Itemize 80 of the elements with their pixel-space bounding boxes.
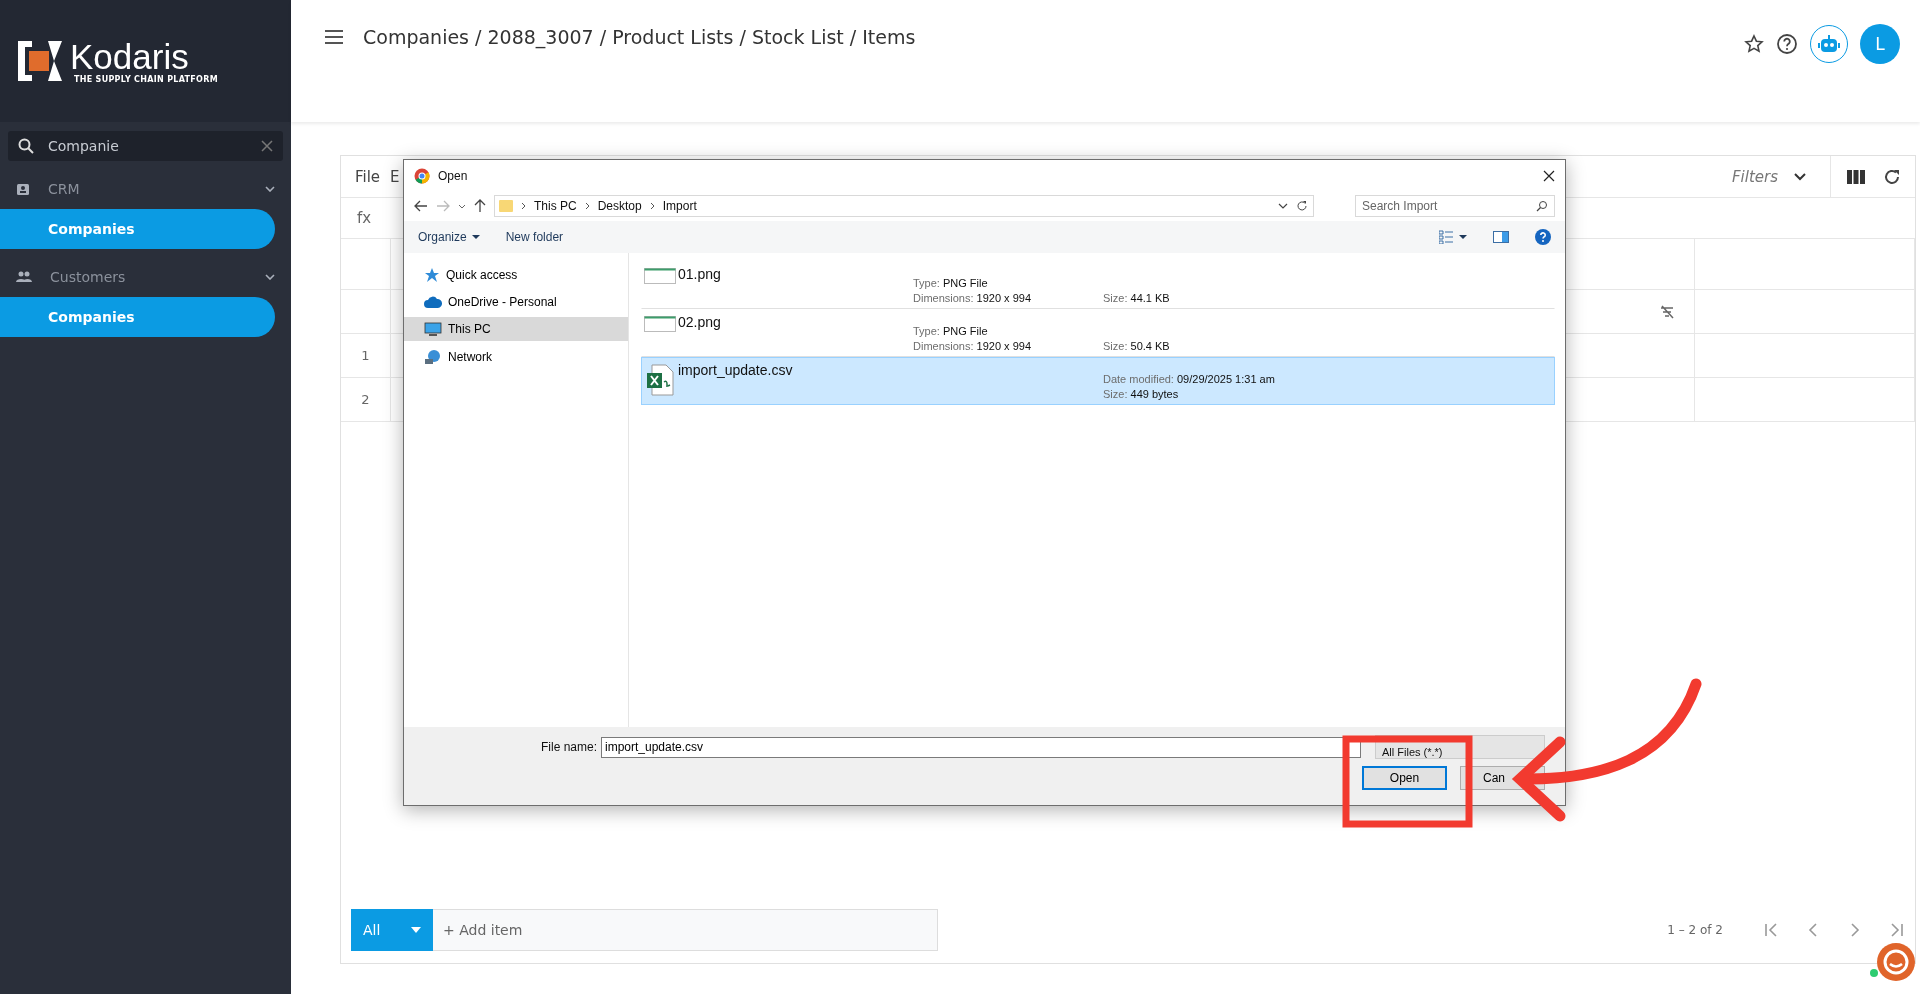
star-icon[interactable] — [1744, 34, 1764, 54]
address-bar[interactable]: This PC Desktop Import — [494, 195, 1314, 217]
close-icon[interactable] — [1543, 169, 1555, 182]
folder-nav-item[interactable]: Quick access — [404, 263, 628, 287]
file-detail: Size: 50.4 KB — [1103, 340, 1170, 352]
file-detail: Dimensions: 1920 x 994 — [913, 340, 1033, 352]
path-segment[interactable]: Desktop — [597, 199, 642, 213]
filter-off-icon[interactable] — [1660, 304, 1674, 319]
cloud-icon — [424, 296, 442, 308]
image-file-icon — [644, 316, 676, 332]
dialog-button[interactable]: Open — [1362, 766, 1447, 790]
file-detail: Date modified: 09/29/2025 1:31 am — [1103, 373, 1275, 385]
folder-nav-item[interactable]: Network — [404, 345, 628, 369]
page-range: 1 – 2 of 2 — [1667, 923, 1723, 937]
caret-icon — [411, 927, 421, 933]
file-detail: Size: 44.1 KB — [1103, 292, 1170, 304]
people-icon — [16, 271, 32, 283]
menu-item[interactable]: E — [390, 167, 400, 186]
row-number: 1 — [361, 348, 370, 363]
star-icon — [424, 267, 440, 283]
spreadsheet-file-icon — [646, 364, 674, 396]
logo-tagline: THE SUPPLY CHAIN PLATFORM — [74, 74, 218, 84]
image-file-icon — [644, 268, 676, 284]
folder-icon — [499, 199, 513, 213]
nav-group-label: Customers — [50, 269, 127, 285]
folder-nav-item[interactable]: OneDrive - Personal — [404, 290, 628, 314]
new-folder-button[interactable]: New folder — [505, 230, 564, 244]
search-icon — [1536, 200, 1548, 212]
row-number: 2 — [361, 392, 370, 407]
organize-menu[interactable]: Organize — [418, 230, 480, 244]
file-row[interactable]: import_update.csv Date modified: 09/29/2025 1:31 am Size: 449 bytes — [641, 357, 1555, 405]
file-detail: Dimensions: 1920 x 994 — [913, 292, 1033, 304]
path-segment[interactable]: This PC — [534, 199, 577, 213]
logo-name: Kodaris — [70, 38, 189, 75]
chevron-right-icon — [649, 202, 655, 210]
network-icon — [424, 349, 442, 365]
view-options-icon[interactable] — [1439, 230, 1467, 244]
chevron-icon[interactable] — [1278, 203, 1288, 209]
file-detail: Type: PNG File — [913, 277, 989, 289]
first-page-icon[interactable] — [1763, 922, 1779, 938]
computer-icon — [424, 321, 442, 337]
browser-icon — [414, 167, 430, 184]
chevron-icon[interactable] — [1794, 172, 1806, 181]
menu-item[interactable]: File — [355, 167, 381, 186]
chevron-icon[interactable] — [265, 186, 275, 192]
file-name-label: File name: — [540, 740, 597, 754]
path-segment[interactable]: Import — [662, 199, 697, 213]
badge-icon — [16, 182, 30, 196]
preview-pane-icon[interactable] — [1493, 231, 1509, 243]
breadcrumb: Companies / 2088_3007 / Product Lists / Stock List / Items — [363, 25, 917, 50]
chevron-icon[interactable] — [458, 203, 466, 209]
folder-nav-item[interactable]: This PC — [404, 317, 628, 341]
chevron-right-icon — [584, 202, 590, 210]
menu-icon[interactable] — [325, 30, 343, 44]
clear-icon[interactable] — [261, 140, 273, 152]
filters-dropdown[interactable]: Filters — [1731, 167, 1778, 186]
refresh-icon[interactable] — [1883, 167, 1901, 186]
columns-icon[interactable] — [1847, 169, 1865, 184]
add-item-field[interactable]: + Add item — [433, 909, 938, 951]
nav-group-label: CRM — [48, 181, 81, 197]
chevron-right-icon — [521, 202, 526, 210]
refresh-icon[interactable] — [1296, 200, 1308, 212]
last-page-icon[interactable] — [1889, 922, 1905, 938]
chevron-icon[interactable] — [265, 274, 275, 280]
formula-label: fx — [357, 209, 372, 227]
file-detail: Size: 449 bytes — [1103, 388, 1180, 400]
file-detail: Type: PNG File — [913, 325, 989, 337]
file-name-field[interactable]: import_update.csv — [601, 736, 1361, 758]
up-icon[interactable] — [474, 199, 486, 213]
file-row[interactable]: 01.png Type: PNG File Dimensions: 1920 x 994 Size: 44.1 KB — [641, 261, 1555, 309]
robot-icon — [1818, 34, 1840, 54]
back-icon[interactable] — [414, 200, 428, 212]
logo-mark-icon — [18, 39, 62, 83]
search-field[interactable]: Search Import — [1355, 195, 1555, 217]
caret-icon — [471, 235, 480, 239]
dialog-title: Open — [438, 168, 469, 183]
help-icon[interactable] — [1535, 229, 1551, 245]
search-field[interactable]: Companie — [8, 131, 283, 161]
search-icon — [18, 138, 34, 154]
help-icon[interactable] — [1776, 33, 1798, 55]
